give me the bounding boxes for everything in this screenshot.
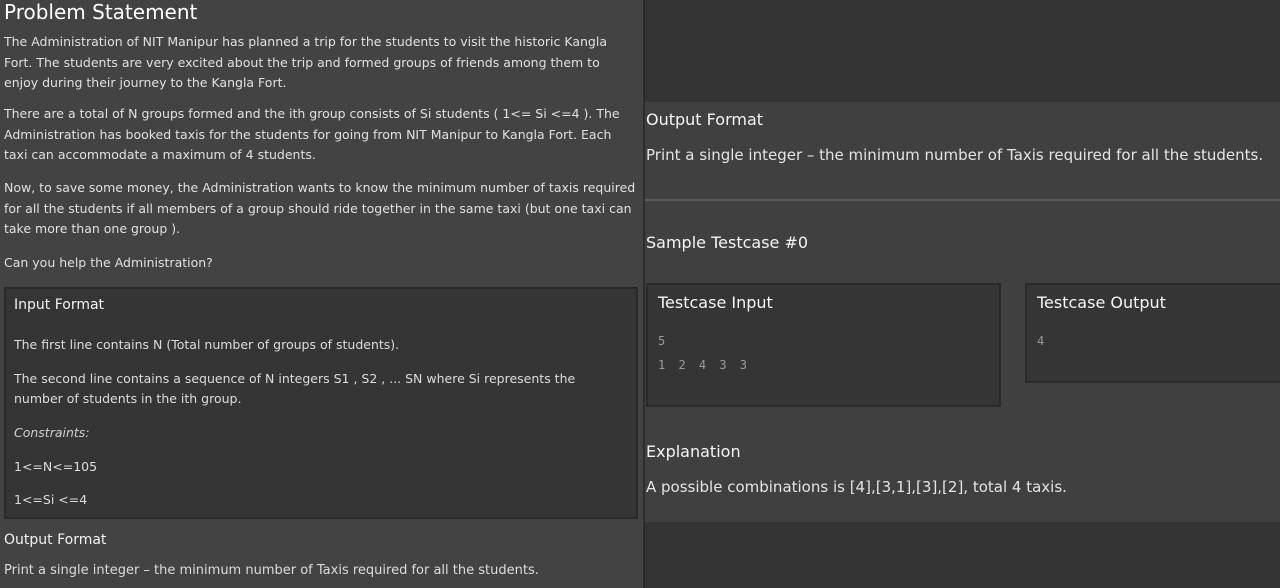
testcase-input-title: Testcase Input — [658, 293, 773, 312]
paragraph-groups: There are a total of N groups formed and… — [4, 106, 620, 162]
testcase-input-line-2: 1 2 4 3 3 — [658, 358, 751, 372]
constraints-label: Constraints: — [14, 425, 90, 440]
paragraph-intro: The Administration of NIT Manipur has pl… — [4, 34, 607, 90]
paragraph-task: Now, to save some money, the Administrat… — [4, 180, 636, 236]
testcase-output-box: Testcase Output 4 — [1025, 283, 1280, 383]
section-divider — [645, 199, 1280, 201]
paragraph-question: Can you help the Administration? — [4, 255, 213, 270]
right-output-format-title: Output Format — [646, 110, 764, 129]
input-line-2: The second line contains a sequence of N… — [14, 371, 576, 406]
constraint-si: 1<=Si <=4 — [14, 492, 88, 507]
sample-testcase-title: Sample Testcase #0 — [646, 233, 809, 252]
problem-title: Problem Statement — [4, 0, 198, 24]
output-format-text: Print a single integer – the minimum num… — [4, 563, 539, 578]
testcase-input-line-1: 5 — [658, 334, 666, 348]
output-format-title: Output Format — [4, 532, 107, 548]
testcase-input-box: Testcase Input 5 1 2 4 3 3 — [646, 283, 1001, 407]
input-line-1: The first line contains N (Total number … — [14, 337, 400, 352]
explanation-text: A possible combinations is [4],[3,1],[3]… — [646, 478, 1067, 496]
right-content-area: Output Format Print a single integer – t… — [645, 102, 1280, 522]
problem-statement-pane[interactable]: Problem Statement The Administration of … — [0, 0, 643, 588]
right-top-area — [645, 0, 1280, 102]
testcase-output-line-1: 4 — [1037, 334, 1045, 348]
right-output-format-text: Print a single integer – the minimum num… — [646, 146, 1264, 164]
right-bottom-area — [645, 522, 1280, 588]
input-format-box: Input Format The first line contains N (… — [4, 287, 638, 519]
input-format-title: Input Format — [14, 297, 105, 313]
testcase-output-title: Testcase Output — [1037, 293, 1166, 312]
sample-pane[interactable]: Output Format Print a single integer – t… — [645, 0, 1280, 588]
constraint-n: 1<=N<=105 — [14, 459, 98, 474]
explanation-title: Explanation — [646, 442, 741, 461]
